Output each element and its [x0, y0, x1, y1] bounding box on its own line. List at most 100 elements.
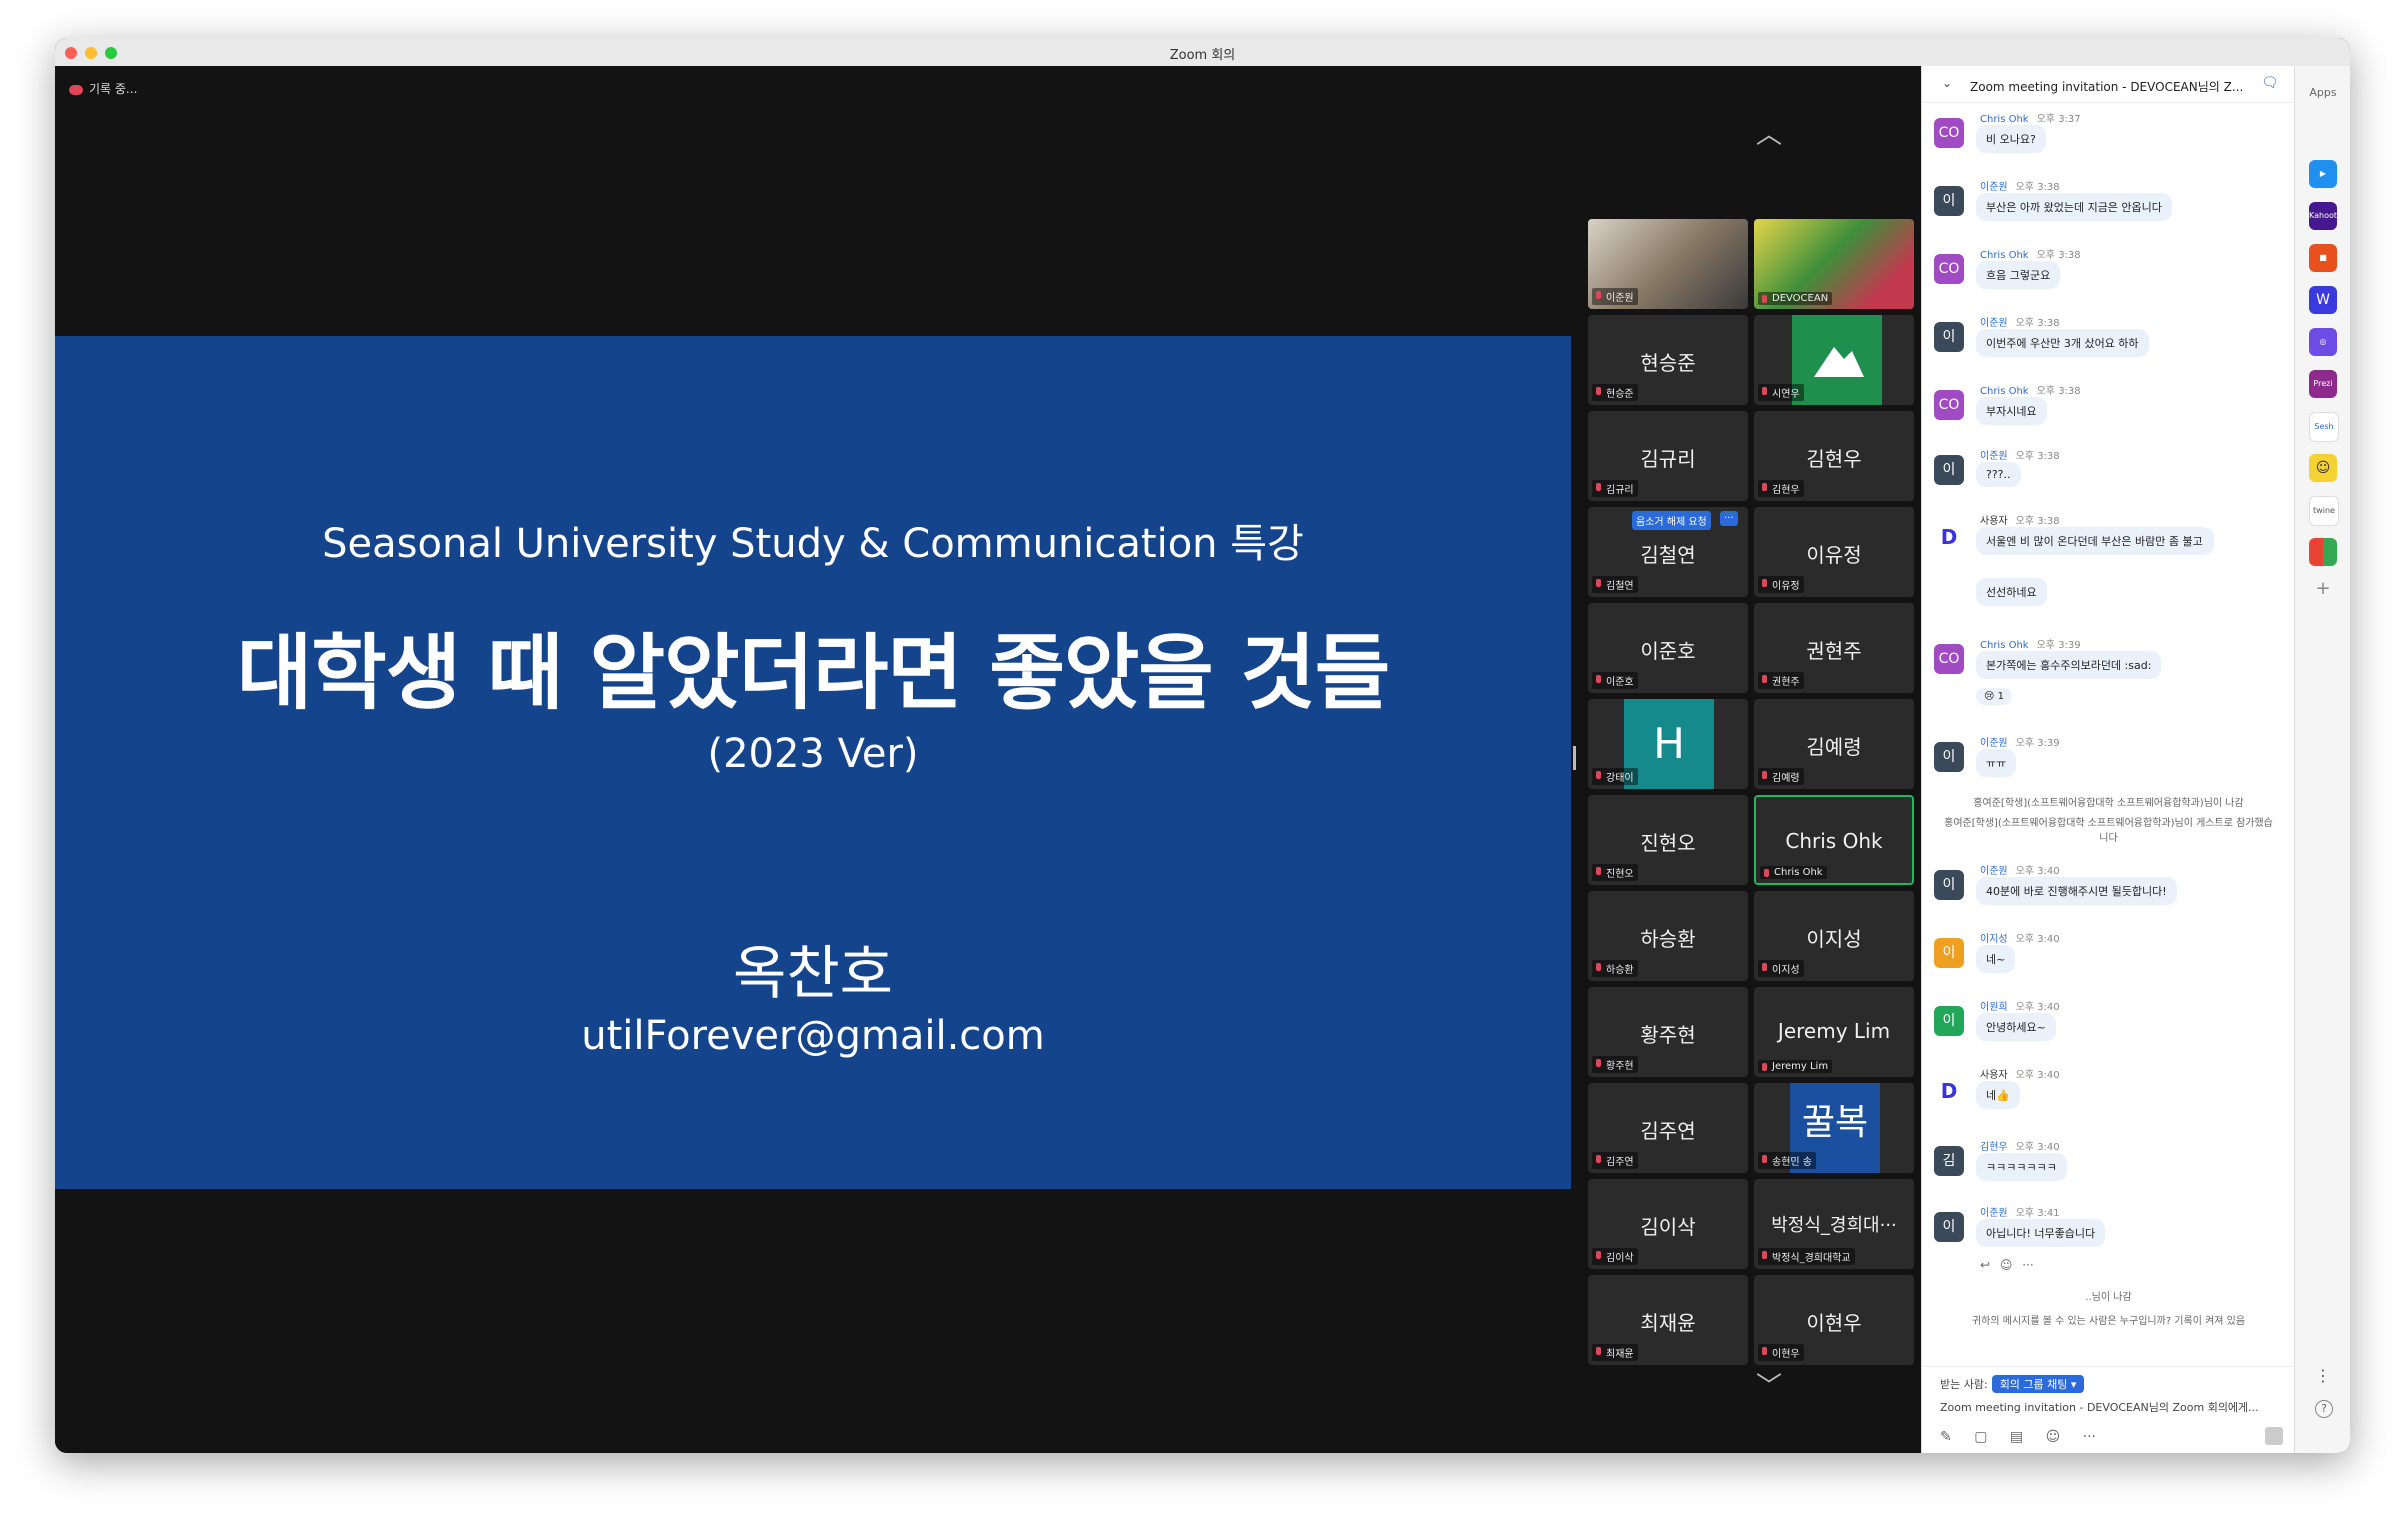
- participant-tile[interactable]: 김주연 김주연: [1588, 1083, 1748, 1173]
- reply-icon[interactable]: ↩: [1980, 1258, 1990, 1272]
- participant-tile[interactable]: 현승준 현승준: [1588, 315, 1748, 405]
- participant-label: 이지성: [1758, 960, 1804, 977]
- timestamp: 오후 3:39: [2036, 640, 2081, 651]
- app-icon[interactable]: ▶: [2309, 160, 2337, 188]
- app-icon[interactable]: [2309, 538, 2337, 566]
- sender-name: Chris Ohk: [1980, 640, 2029, 651]
- recipient-label: 받는 사람:: [1940, 1378, 1988, 1391]
- app-icon[interactable]: ■: [2309, 244, 2337, 272]
- participant-tile[interactable]: H 강태이: [1588, 699, 1748, 789]
- active-speaker-tile[interactable]: Chris Ohk Chris Ohk: [1754, 795, 1914, 885]
- participant-label: 시연우: [1758, 384, 1804, 401]
- chevron-down-icon[interactable]: ⌄: [1942, 76, 1952, 90]
- participant-label: 이현우: [1758, 1344, 1804, 1361]
- kahoot-app-icon[interactable]: Kahoot!: [2309, 202, 2340, 230]
- message-actions[interactable]: ↩ ☺ ···: [1980, 1258, 2034, 1272]
- gallery-grid: 이준원 DEVOCEAN 현승준 현승준 시연우 김규리 김규리 김현우 김현우…: [1588, 219, 1914, 1365]
- participant-tile[interactable]: 김규리 김규리: [1588, 411, 1748, 501]
- add-app-icon[interactable]: +: [2295, 578, 2350, 599]
- message-bubble: 이번주에 우산만 3개 샀어요 하하: [1976, 329, 2149, 357]
- participant-tile[interactable]: 이지성 이지성: [1754, 891, 1914, 981]
- system-message: ..님이 나감: [2085, 1292, 2132, 1303]
- chevron-down-icon[interactable]: ﹀: [1749, 1366, 1789, 1402]
- participant-tile[interactable]: 하승환 하승환: [1588, 891, 1748, 981]
- timestamp: 오후 3:38: [2036, 386, 2081, 397]
- participant-tile[interactable]: 음소거 해제 요청 ··· 김철연 김철연: [1588, 507, 1748, 597]
- avatar: 김: [1934, 1146, 1964, 1176]
- message-input[interactable]: Zoom meeting invitation - DEVOCEAN님의 Zoo…: [1940, 1399, 2259, 1415]
- recipient-select[interactable]: 회의 그룹 채팅 ▾: [1991, 1375, 2085, 1393]
- message-bubble: 서울엔 비 많이 온다던데 부산은 바람만 좀 불고: [1976, 527, 2214, 555]
- emoji-icon[interactable]: ☺: [2000, 1258, 2013, 1272]
- participant-tile[interactable]: 꿀복 송현민 송: [1754, 1083, 1914, 1173]
- app-icon[interactable]: W: [2309, 286, 2337, 314]
- participant-tile[interactable]: 김예령 김예령: [1754, 699, 1914, 789]
- participant-tile[interactable]: 최재윤 최재윤: [1588, 1275, 1748, 1365]
- sesh-app-icon[interactable]: Sesh: [2309, 412, 2339, 442]
- participant-name: Chris Ohk: [1785, 829, 1883, 853]
- screenshot-icon[interactable]: ▢: [1974, 1429, 1987, 1445]
- prezi-app-icon[interactable]: Prezi: [2309, 370, 2337, 398]
- twine-app-icon[interactable]: twine: [2309, 496, 2339, 526]
- app-icon[interactable]: ◎: [2309, 328, 2337, 356]
- participant-tile[interactable]: 김현우 김현우: [1754, 411, 1914, 501]
- avatar: 이: [1934, 186, 1964, 216]
- app-icon[interactable]: ☺: [2309, 454, 2337, 482]
- participant-tile[interactable]: DEVOCEAN: [1754, 219, 1914, 309]
- participant-label: 진현오: [1592, 864, 1638, 881]
- file-icon[interactable]: ▤: [2010, 1429, 2023, 1445]
- recording-label: 기록 중...: [89, 82, 138, 96]
- timestamp: 오후 3:40: [2015, 1070, 2060, 1081]
- message-bubble: ㅋㅋㅋㅋㅋㅋㅋ: [1976, 1153, 2067, 1181]
- timestamp: 오후 3:40: [2015, 866, 2060, 877]
- participant-label: 김이삭: [1592, 1248, 1638, 1265]
- participant-label: 송현민 송: [1758, 1152, 1816, 1169]
- sender-name: 김현우: [1980, 1142, 2008, 1153]
- more-options-button[interactable]: ···: [1720, 511, 1738, 526]
- message-bubble: 비 오나요?: [1976, 125, 2046, 153]
- avatar: 이: [1934, 938, 1964, 968]
- send-button[interactable]: [2265, 1427, 2283, 1445]
- sender-name: 이준원: [1980, 1208, 2008, 1219]
- apps-sidebar: Apps ▶ Kahoot! ■ W ◎ Prezi Sesh ☺ twine …: [2294, 66, 2350, 1453]
- sender-name: 이준원: [1980, 738, 2008, 749]
- participant-tile[interactable]: 이준원: [1588, 219, 1748, 309]
- participant-tile[interactable]: 이유정 이유정: [1754, 507, 1914, 597]
- participant-tile[interactable]: 진현오 진현오: [1588, 795, 1748, 885]
- participant-label: 김규리: [1592, 480, 1638, 497]
- timestamp: 오후 3:39: [2015, 738, 2060, 749]
- timestamp: 오후 3:38: [2015, 182, 2060, 193]
- participant-tile[interactable]: 시연우: [1754, 315, 1914, 405]
- emoji-icon[interactable]: ☺: [2046, 1429, 2061, 1445]
- help-icon[interactable]: ?: [2315, 1400, 2333, 1418]
- participant-tile[interactable]: 황주현 황주현: [1588, 987, 1748, 1077]
- chevron-up-icon[interactable]: ︿: [1749, 114, 1789, 150]
- zoom-window: Zoom 회의 기록 중... Seasonal University Stud…: [55, 38, 2350, 1453]
- participant-tile[interactable]: 권현주 권현주: [1754, 603, 1914, 693]
- reaction-badge[interactable]: 😢 1: [1976, 688, 2012, 705]
- unmute-request-badge[interactable]: 음소거 해제 요청: [1632, 511, 1711, 530]
- chat-bubble-icon[interactable]: 🗨: [2261, 75, 2279, 91]
- participant-tile[interactable]: 이현우 이현우: [1754, 1275, 1914, 1365]
- privacy-notice[interactable]: 귀하의 메시지를 볼 수 있는 사람은 누구입니까? 기록이 켜져 있음: [1922, 1312, 2295, 1327]
- message-bubble: 40분에 바로 진행해주시면 될듯합니다!: [1976, 877, 2177, 905]
- more-icon[interactable]: ···: [2022, 1258, 2033, 1272]
- message-bubble: 본가쪽에는 홍수주의보라던데 :sad:: [1976, 651, 2162, 679]
- participant-name: 황주현: [1640, 1023, 1696, 1047]
- participant-name: 진현오: [1640, 831, 1696, 855]
- splitter-handle[interactable]: [1573, 746, 1576, 770]
- chat-title[interactable]: Zoom meeting invitation - DEVOCEAN님의 Z..…: [1970, 78, 2243, 95]
- participant-name: 김철연: [1640, 543, 1696, 567]
- participant-tile[interactable]: 이준호 이준호: [1588, 603, 1748, 693]
- participant-tile[interactable]: 박정식_경희대··· 박정식_경희대학교: [1754, 1179, 1914, 1269]
- avatar: CO: [1934, 390, 1964, 420]
- participant-tile[interactable]: 김이삭 김이삭: [1588, 1179, 1748, 1269]
- more-icon[interactable]: ···: [2083, 1429, 2096, 1445]
- more-vertical-icon[interactable]: ⋮: [2295, 1366, 2350, 1385]
- format-icon[interactable]: ✎: [1940, 1429, 1952, 1445]
- recording-icon: [69, 84, 83, 95]
- apps-header: Apps: [2309, 86, 2337, 99]
- message-bubble: 선선하네요: [1976, 578, 2047, 606]
- participant-tile[interactable]: Jeremy Lim Jeremy Lim: [1754, 987, 1914, 1077]
- recording-indicator[interactable]: 기록 중...: [69, 80, 137, 97]
